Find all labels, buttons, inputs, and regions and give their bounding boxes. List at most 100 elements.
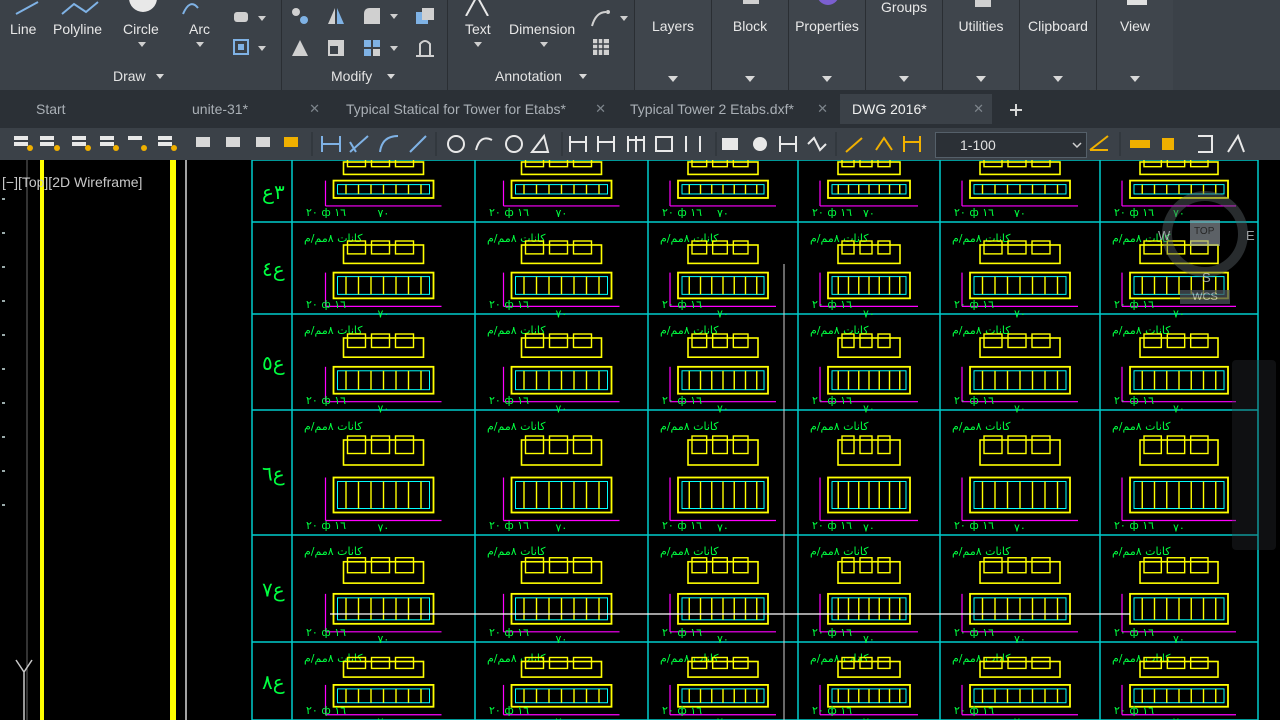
stirrup-shape <box>837 439 901 466</box>
layer-tool-icon <box>128 136 142 140</box>
width-label: ٧٠ <box>1173 403 1185 416</box>
navigation-bar[interactable] <box>1232 360 1276 550</box>
clipboard-panel-label: Clipboard <box>1028 18 1088 34</box>
stirrup-leg <box>370 240 391 255</box>
drawing-canvas[interactable]: ٣ع ع٤ ع٥ ع٦ ع٧ ع٨ ٧٠ ٢٠ ф ١٦ ٧٠ ٢٠ ф ١٦ ٧٠ ٢٠ ф ١٦ ٧… <box>0 160 1280 720</box>
tab-typical-statical[interactable]: Typical Statical for Tower for Etabs* ✕ <box>334 94 614 124</box>
rebar-note: كانات ٨مم/م <box>660 324 719 337</box>
stirrup-leg <box>732 333 749 349</box>
layer-tool-icon <box>40 142 54 146</box>
fillet-icon[interactable] <box>362 6 398 26</box>
bar-label: ٢٠ ф ١٦ <box>489 626 529 639</box>
close-icon[interactable]: ✕ <box>973 94 984 124</box>
close-icon[interactable]: ✕ <box>595 94 606 124</box>
width-label: ٧٠ <box>556 716 568 720</box>
draw-panel-dropdown-icon[interactable] <box>156 74 164 80</box>
viewcube[interactable]: TOP W E S WCS <box>1158 184 1255 304</box>
stirrup-leg <box>877 557 891 574</box>
close-icon[interactable]: ✕ <box>817 94 828 124</box>
properties-panel[interactable]: Properties <box>788 0 865 90</box>
dim-reassociate-icon <box>903 136 921 152</box>
rebar-note: كانات ٨مم/م <box>1112 545 1171 558</box>
stirrup-leg <box>370 656 391 670</box>
tab-unite-31[interactable]: unite-31* ✕ <box>178 94 328 124</box>
line-icon <box>15 1 39 15</box>
circle-icon <box>129 0 157 12</box>
layers-panel[interactable]: Layers <box>634 0 711 90</box>
view-panel-label: View <box>1119 18 1151 34</box>
rebar-note: كانات ٨مم/م <box>810 420 869 433</box>
plus-icon[interactable] <box>1007 101 1025 119</box>
mirror-icon[interactable] <box>326 6 346 26</box>
tab-start[interactable]: Start <box>20 94 170 124</box>
dim-radius-tool-icon <box>447 135 465 153</box>
width-label: ٧٠ <box>378 207 390 220</box>
dim-arc-icon <box>379 135 399 153</box>
draw-panel-title[interactable]: Draw <box>113 68 146 84</box>
bar-label: ٢٠ ф ١٦ <box>662 298 702 311</box>
stirrup-leg <box>691 557 708 574</box>
stirrup-leg <box>394 656 415 670</box>
view-panel[interactable]: View <box>1096 0 1173 90</box>
array-icon[interactable] <box>362 38 398 58</box>
utilities-panel-label: Utilities <box>958 18 1004 34</box>
copy-icon[interactable] <box>290 38 310 58</box>
modify-panel-title[interactable]: Modify <box>331 68 372 84</box>
stirrup-leg <box>841 160 855 168</box>
utilities-panel[interactable]: Utilities <box>942 0 1019 90</box>
close-icon[interactable]: ✕ <box>309 94 320 124</box>
stirrup-leg <box>572 333 593 349</box>
clipboard-panel[interactable]: Clipboard <box>1019 0 1096 90</box>
move-icon[interactable] <box>290 6 310 26</box>
modify-panel-dropdown-icon[interactable] <box>387 74 395 80</box>
stirrup-leg <box>370 160 391 168</box>
stirrup-leg <box>1031 557 1051 574</box>
boundary-icon[interactable] <box>232 38 270 56</box>
annotation-panel-dropdown-icon[interactable] <box>579 74 587 80</box>
stirrup-shape <box>342 161 425 176</box>
layer-tool-icons <box>14 136 298 151</box>
tab-typical-tower-2[interactable]: Typical Tower 2 Etabs.dxf* ✕ <box>618 94 836 124</box>
text-dropdown-icon[interactable] <box>474 42 482 48</box>
block-panel[interactable]: Block <box>711 0 788 90</box>
groups-panel[interactable]: Groups <box>865 0 942 90</box>
tolerance-icon <box>722 138 738 150</box>
width-label: ٧٠ <box>556 522 568 535</box>
dim-scale-value: 1-100 <box>960 137 996 153</box>
stretch-icon[interactable] <box>414 38 436 58</box>
bar-label: ٢٠ ф ١٦ <box>306 394 346 407</box>
scale-icon[interactable] <box>326 38 346 58</box>
circle-dropdown-icon[interactable] <box>138 42 146 48</box>
width-label: ٧٠ <box>863 522 875 535</box>
dim-scale-combo[interactable]: 1-100 <box>935 132 1087 158</box>
stirrup-leg <box>1007 435 1027 455</box>
hatch-icon[interactable] <box>232 8 270 26</box>
stirrup-leg <box>548 240 569 255</box>
arc-dropdown-icon[interactable] <box>196 42 204 48</box>
bar-label: ٢٠ ф ١٦ <box>489 394 529 407</box>
leader-icon[interactable] <box>590 8 630 28</box>
table-icon[interactable] <box>592 38 610 56</box>
stirrup-shape <box>520 161 603 176</box>
layer-tool-icon <box>100 136 114 140</box>
row-label: ع٥ <box>262 351 285 375</box>
dim-jogged-icon <box>475 137 493 151</box>
stirrup-leg <box>859 160 873 168</box>
bar-label: ٢٠ ф ١٦ <box>662 519 702 532</box>
rebar-note: كانات ٨مم/م <box>304 324 363 337</box>
bar-label: ٢٠ ф ١٦ <box>1114 704 1154 717</box>
stirrup-leg <box>1031 656 1051 670</box>
tab-dwg-2016[interactable]: DWG 2016* ✕ <box>840 94 992 124</box>
layer-tool-icon <box>256 137 270 147</box>
row-label: ع٨ <box>262 670 285 694</box>
annotation-panel-title[interactable]: Annotation <box>495 68 562 84</box>
bar-label: ٢٠ ф ١٦ <box>954 394 994 407</box>
bar-label: ٢٠ ф ١٦ <box>812 394 852 407</box>
dim-update-icon <box>845 137 863 153</box>
width-label: ٧٠ <box>1014 716 1026 720</box>
dimension-dropdown-icon[interactable] <box>540 42 548 48</box>
array-3d-icon[interactable] <box>414 6 436 26</box>
rebar-note: كانات ٨مم/م <box>660 232 719 245</box>
viewport-controls-label[interactable]: [−][Top][2D Wireframe] <box>2 174 142 190</box>
stirrup-leg <box>572 656 593 670</box>
